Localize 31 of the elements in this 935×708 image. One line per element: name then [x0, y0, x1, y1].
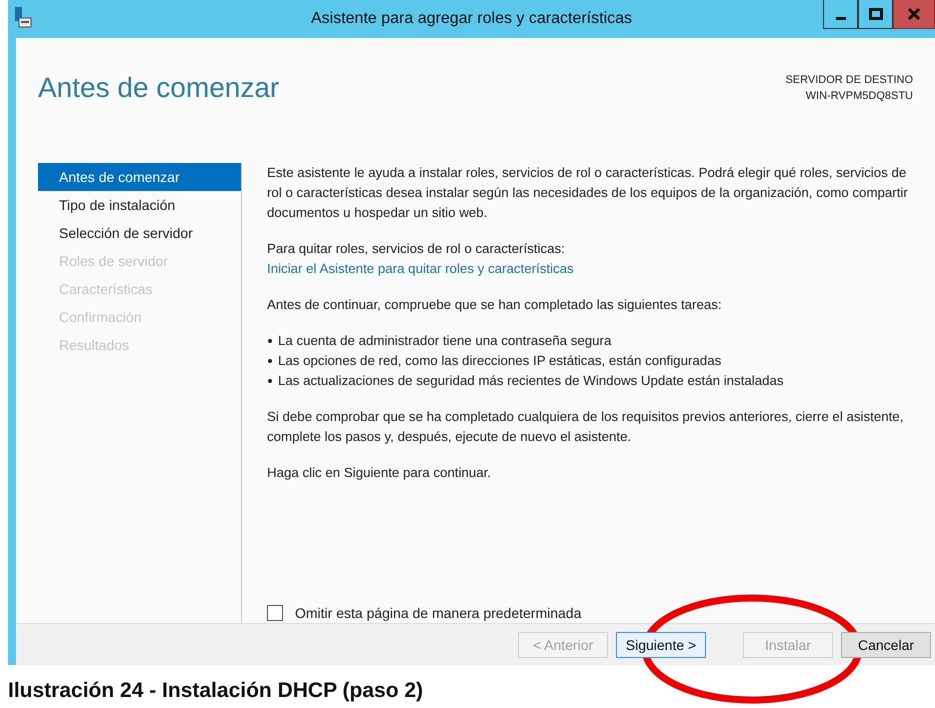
list-item: La cuenta de administrador tiene una contraseña segura [278, 332, 612, 350]
nav-item[interactable]: Antes de comenzar [38, 163, 241, 192]
list-item: Las actualizaciones de seguridad más recientes de Windows Update están instaladas [278, 372, 784, 390]
wizard-button[interactable]: Cancelar [841, 632, 931, 658]
nav-item[interactable]: Selección de servidor [38, 219, 241, 248]
server-icon [14, 6, 32, 28]
checkbox-label: Omitir esta página de manera predeterminada [295, 604, 582, 624]
bullet-icon [268, 379, 272, 384]
bullet-icon [268, 359, 272, 364]
paragraph: Si debe comprobar que se ha completado cualquiera de los requisitos previos anteriores, cierre el asistente, complete los pasos y, después, ejecute de nuevo el asistente. [267, 408, 904, 446]
list-item: Las opciones de red, como las direcciones IP estáticas, están configuradas [278, 352, 722, 370]
close-button[interactable] [893, 0, 935, 29]
nav-item[interactable]: Tipo de instalación [38, 191, 241, 220]
paragraph: Antes de continuar, compruebe que se han completado las siguientes tareas: [267, 296, 723, 314]
remove-roles-link[interactable]: Iniciar el Asistente para quitar roles y características [267, 259, 574, 280]
maximize-button[interactable] [858, 0, 893, 29]
wizard-button[interactable]: Siguiente > [616, 632, 706, 658]
paragraph: Haga clic en Siguiente para continuar. [267, 464, 492, 482]
target-server-name: WIN-RVPM5DQ8STU [804, 89, 913, 104]
maximize-icon [868, 8, 882, 20]
bullet-icon [268, 339, 272, 344]
minimize-button[interactable] [823, 0, 858, 29]
minimize-icon [836, 16, 846, 20]
paragraph: Este asistente le ayuda a instalar roles, servicios de rol o características. Podrá elegir qué roles, servicios de rol o características desea instalar según las necesidades de los equipos de la organización, como compartir documentos u hospedar un sitio web. [267, 164, 909, 222]
paragraph: Para quitar roles, servicios de rol o características: [267, 240, 566, 258]
window-title: Asistente para agregar roles y características [310, 10, 632, 28]
figure-caption: Ilustración 24 - Instalación DHCP (paso 2) [8, 679, 424, 702]
close-icon [908, 8, 920, 20]
target-server-label: SERVIDOR DE DESTINO [785, 73, 913, 88]
checkbox[interactable] [267, 605, 283, 622]
page-heading: Antes de comenzar [38, 72, 280, 105]
